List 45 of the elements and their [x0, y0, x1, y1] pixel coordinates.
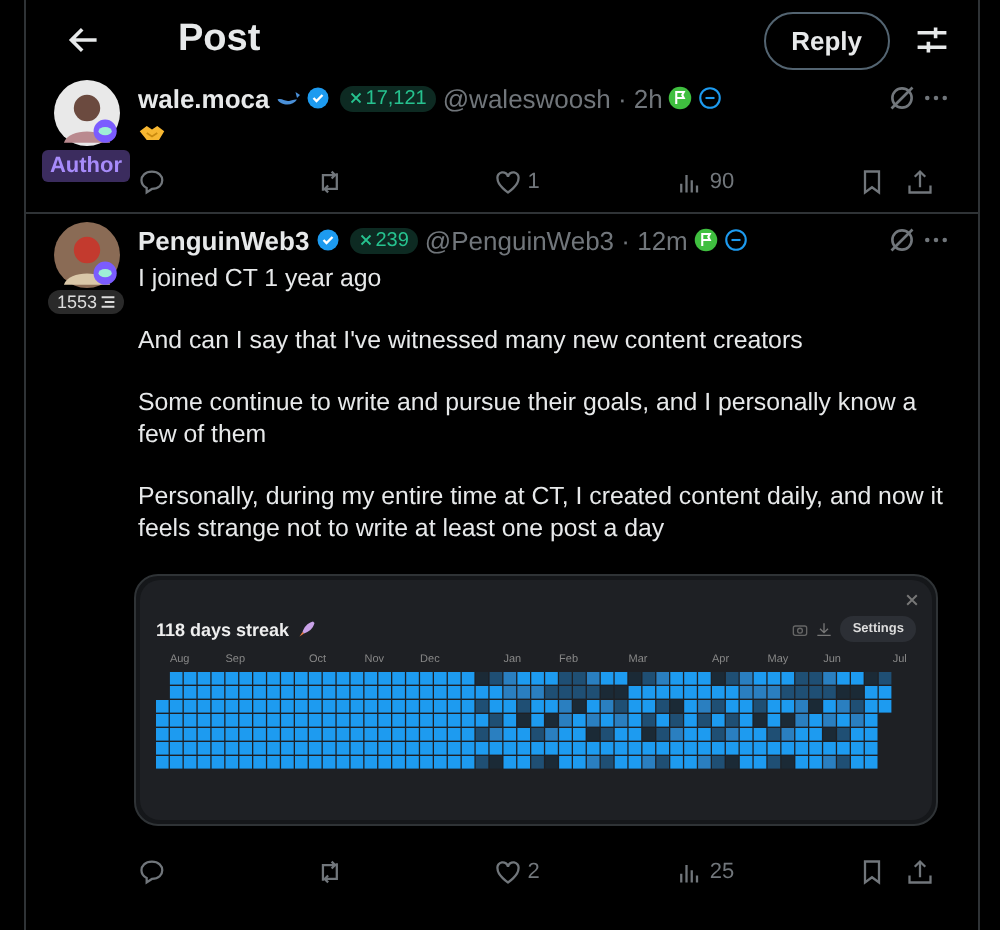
post-text: Some continue to write and pursue their goals, and I personally know a few of them	[138, 386, 919, 450]
post-text: I joined CT 1 year ago	[138, 262, 384, 294]
grok-icon[interactable]	[888, 226, 916, 254]
bookmark-icon[interactable]	[858, 168, 886, 196]
grok-icon[interactable]	[888, 84, 916, 112]
camera-icon[interactable]	[792, 621, 809, 637]
post-text: Personally, during my entire time at CT, I created content daily, and now it feels strange not to write at least one post a day	[138, 480, 945, 544]
close-icon[interactable]	[904, 592, 920, 608]
page-title: Post	[178, 18, 263, 62]
user-name[interactable]: PenguinWeb3	[138, 225, 310, 255]
flag-icon	[668, 86, 693, 110]
author-tag: Author	[41, 150, 131, 182]
view-count: 25	[709, 860, 735, 884]
reply-button[interactable]: Reply	[763, 11, 890, 69]
verified-icon	[305, 86, 330, 110]
user-handle[interactable]: @waleswoosh · 2h	[442, 83, 663, 113]
back-icon[interactable]	[66, 22, 102, 58]
badge-count: 1553	[56, 292, 98, 312]
like-count: 1	[527, 170, 540, 194]
avatar[interactable]	[53, 80, 119, 146]
avatar[interactable]	[53, 222, 119, 288]
filter-icon[interactable]	[914, 22, 950, 58]
bookmark-icon[interactable]	[858, 858, 886, 886]
view-count: 90	[709, 170, 735, 194]
x-icon	[349, 92, 362, 104]
download-icon[interactable]	[816, 621, 833, 637]
user-name[interactable]: wale.moca	[138, 83, 270, 113]
x-icon	[359, 234, 372, 246]
comment-icon[interactable]	[138, 858, 166, 886]
verified-icon	[315, 228, 340, 252]
flag-icon	[693, 228, 718, 252]
more-circle-icon[interactable]	[723, 228, 748, 252]
streak-title: 118 days streak	[156, 619, 290, 639]
score-value: 17,121	[365, 87, 427, 109]
share-icon[interactable]	[906, 858, 934, 886]
like-icon[interactable]	[493, 168, 522, 196]
post-text: And can I say that I've witnessed many new content creators	[138, 324, 805, 356]
layers-icon	[99, 294, 116, 310]
score-value: 239	[375, 229, 409, 251]
comment-icon[interactable]	[138, 168, 166, 196]
like-count: 2	[527, 860, 540, 884]
more-circle-icon[interactable]	[698, 86, 723, 110]
like-icon[interactable]	[493, 858, 522, 886]
user-handle[interactable]: @PenguinWeb3 · 12m	[424, 225, 688, 255]
share-icon[interactable]	[906, 168, 934, 196]
